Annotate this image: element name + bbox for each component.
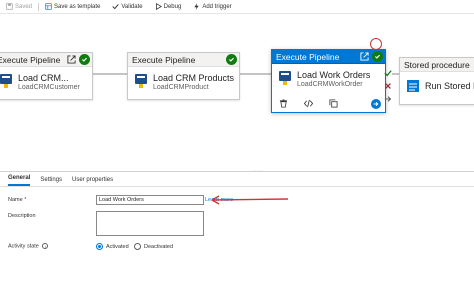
activity-type-text: Execute Pipeline xyxy=(276,51,340,62)
save-icon xyxy=(6,3,13,10)
tabs-divider xyxy=(0,186,474,187)
activity-title: Load CRM... xyxy=(18,73,69,83)
activity-subtitle: LoadCRMCustomer xyxy=(18,84,80,91)
activated-label: Activated xyxy=(106,243,129,250)
save-as-template-label: Save as template xyxy=(54,3,101,10)
properties-panel: General Settings User properties Name * … xyxy=(0,171,474,292)
play-icon xyxy=(155,3,162,10)
activity-type-text: Stored procedure xyxy=(404,59,470,70)
save-as-template-button[interactable]: Save as template xyxy=(39,0,106,14)
stored-procedure-icon xyxy=(406,78,420,94)
info-icon[interactable]: i xyxy=(42,243,49,249)
activity-body: Load CRM Products LoadCRMProduct xyxy=(128,67,239,91)
activity-type-label: Execute Pipeline xyxy=(128,53,239,67)
saved-status: Saved xyxy=(0,0,38,14)
activity-body: Load CRM... LoadCRMCustomer xyxy=(0,67,92,91)
arrow-icon[interactable] xyxy=(383,94,392,103)
pipeline-icon xyxy=(0,73,13,89)
properties-tabs: General Settings User properties xyxy=(0,172,474,186)
activity-subtitle: LoadCRMProduct xyxy=(153,84,209,91)
learn-more-link[interactable]: Learn more xyxy=(205,197,233,203)
template-icon xyxy=(45,3,52,10)
activity-text: Load Work Orders LoadCRMWorkOrder xyxy=(297,70,370,88)
activity-type-label: Stored procedure xyxy=(400,58,474,72)
annotation-circle xyxy=(370,38,382,50)
deactivated-label: Deactivated xyxy=(144,243,174,250)
activity-text: Load CRM Products LoadCRMProduct xyxy=(153,73,234,91)
activity-type-label: Execute Pipeline xyxy=(0,53,92,67)
open-external-icon[interactable] xyxy=(359,51,370,62)
name-field-label: Name * xyxy=(8,197,26,203)
activated-radio[interactable] xyxy=(96,243,103,250)
annotation-arrow xyxy=(211,195,289,205)
success-check-icon xyxy=(372,51,383,62)
debug-label: Debug xyxy=(163,3,182,10)
required-mark: * xyxy=(24,197,27,203)
checkmark-icon xyxy=(112,3,120,10)
success-check-icon xyxy=(79,54,90,65)
toolbar: Saved Save as template Validate Debug Ad… xyxy=(0,0,474,14)
add-trigger-button[interactable]: Add trigger xyxy=(187,0,237,14)
description-input[interactable] xyxy=(96,211,204,236)
run-arrow-icon[interactable] xyxy=(371,98,381,109)
activity-text: Run Stored P xyxy=(425,78,474,91)
saved-label: Saved xyxy=(15,3,33,10)
activity-load-crm-customer[interactable]: Execute Pipeline Load CRM... LoadCRMCust… xyxy=(0,52,93,100)
pipeline-icon xyxy=(278,70,292,86)
pipeline-canvas[interactable]: Execute Pipeline Load CRM... LoadCRMCust… xyxy=(0,15,474,173)
activity-state-text: Activity state xyxy=(8,243,39,250)
activity-body: Run Stored P xyxy=(400,72,474,94)
activity-type-label: Execute Pipeline xyxy=(272,50,385,64)
activity-stored-procedure[interactable]: Stored procedure Run Stored P xyxy=(399,57,474,105)
deactivated-radio-option[interactable]: Deactivated xyxy=(134,243,173,250)
output-connection-badges xyxy=(383,68,393,107)
add-trigger-label: Add trigger xyxy=(202,3,232,10)
debug-button[interactable]: Debug xyxy=(149,0,188,14)
name-input[interactable] xyxy=(96,195,204,205)
activated-radio-option[interactable]: Activated xyxy=(96,243,129,250)
activity-type-text: Execute Pipeline xyxy=(132,54,196,65)
description-field-label: Description xyxy=(8,213,36,219)
code-icon[interactable] xyxy=(303,98,314,109)
activity-load-work-orders[interactable]: Execute Pipeline Load Work Orders LoadCR… xyxy=(271,49,386,113)
copy-icon[interactable] xyxy=(328,98,339,109)
activity-title: Run Stored P xyxy=(425,81,474,91)
validate-label: Validate xyxy=(121,3,143,10)
activity-load-crm-products[interactable]: Execute Pipeline Load CRM Products LoadC… xyxy=(127,52,240,100)
deactivated-radio[interactable] xyxy=(134,243,141,250)
name-label-text: Name xyxy=(8,197,23,203)
activity-title: Load Work Orders xyxy=(297,70,371,80)
success-check-icon xyxy=(226,54,237,65)
activity-actions xyxy=(272,98,385,109)
tab-user-properties[interactable]: User properties xyxy=(72,177,113,186)
open-external-icon[interactable] xyxy=(66,54,77,65)
close-icon[interactable] xyxy=(383,81,392,90)
activity-subtitle: LoadCRMWorkOrder xyxy=(297,81,363,88)
delete-icon[interactable] xyxy=(278,98,289,109)
activity-type-text: Execute Pipeline xyxy=(0,54,61,65)
validate-button[interactable]: Validate xyxy=(106,0,148,14)
activity-body: Load Work Orders LoadCRMWorkOrder xyxy=(272,64,385,88)
activity-title: Load CRM Products xyxy=(153,73,235,83)
tab-general[interactable]: General xyxy=(8,175,31,186)
pipeline-editor: Saved Save as template Validate Debug Ad… xyxy=(0,0,474,292)
tab-settings[interactable]: Settings xyxy=(40,177,62,186)
pipeline-icon xyxy=(134,73,148,89)
activity-text: Load CRM... LoadCRMCustomer xyxy=(18,73,80,91)
checkmark-icon[interactable] xyxy=(383,68,392,77)
trigger-icon xyxy=(193,3,200,10)
activity-state-label: Activity state i xyxy=(8,243,49,250)
